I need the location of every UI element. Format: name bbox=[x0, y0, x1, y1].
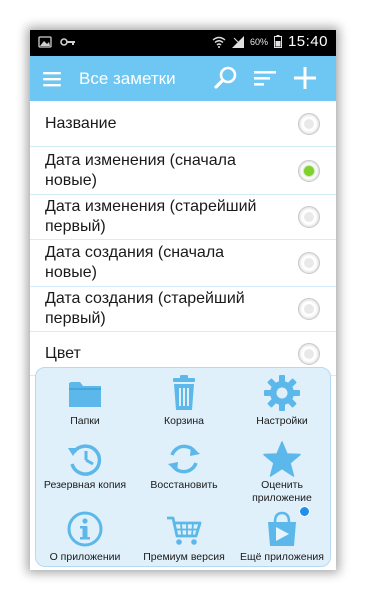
battery-percent: 60% bbox=[249, 36, 268, 47]
status-bar: 60% 15:40 bbox=[30, 30, 336, 56]
sort-option-radio[interactable] bbox=[298, 252, 320, 274]
backup-history-icon bbox=[68, 444, 102, 476]
wifi-icon bbox=[212, 36, 226, 48]
sort-option-label: Дата изменения (сначала новые) bbox=[45, 151, 236, 189]
restore-button[interactable]: Восстановить bbox=[135, 434, 233, 500]
search-icon bbox=[214, 66, 237, 89]
search-button[interactable] bbox=[213, 65, 241, 93]
new-badge bbox=[299, 506, 310, 517]
more-apps-label: Ещё приложения bbox=[240, 551, 324, 563]
info-icon bbox=[67, 511, 103, 547]
premium-button[interactable]: Премиум версия bbox=[135, 504, 233, 566]
store-bag-icon bbox=[268, 511, 296, 546]
app-bar: Все заметки bbox=[30, 56, 336, 101]
sort-option-title[interactable]: Название bbox=[30, 101, 336, 147]
sort-icon bbox=[254, 71, 276, 86]
backup-label: Резервная копия bbox=[43, 479, 127, 491]
status-left bbox=[38, 36, 76, 48]
settings-label: Настройки bbox=[256, 415, 308, 427]
restore-icon bbox=[168, 444, 200, 474]
trash-label: Корзина bbox=[164, 415, 204, 427]
signal-icon bbox=[231, 35, 244, 48]
battery-icon bbox=[273, 35, 282, 48]
rate-app-label: Оценить приложение bbox=[252, 479, 312, 504]
status-right: 60% 15:40 bbox=[212, 33, 328, 50]
folder-icon bbox=[69, 382, 101, 407]
sort-option-radio[interactable] bbox=[298, 206, 320, 228]
folders-button[interactable]: Папки bbox=[36, 368, 134, 430]
trash-button[interactable]: Корзина bbox=[135, 368, 233, 430]
trash-icon bbox=[173, 375, 195, 410]
star-icon bbox=[263, 441, 301, 477]
app-bar-title: Все заметки bbox=[79, 69, 176, 88]
menu-button[interactable] bbox=[42, 68, 68, 90]
cart-icon bbox=[167, 516, 202, 545]
plus-icon bbox=[294, 67, 316, 89]
photo-notification-icon bbox=[38, 36, 52, 48]
sort-option-label: Цвет bbox=[45, 344, 81, 362]
sort-button[interactable] bbox=[252, 65, 280, 93]
settings-button[interactable]: Настройки bbox=[233, 368, 331, 430]
sort-options-list: Название Дата изменения (сначала новые) … bbox=[30, 101, 336, 376]
sort-option-created-oldest[interactable]: Дата создания (старейший первый) bbox=[30, 287, 336, 332]
quick-actions-panel: Папки Корзина Настройки Резервная копия … bbox=[35, 367, 331, 567]
sort-option-radio-selected[interactable] bbox=[298, 159, 320, 182]
sort-option-radio[interactable] bbox=[298, 112, 320, 135]
add-note-button[interactable] bbox=[292, 65, 320, 93]
folders-label: Папки bbox=[70, 415, 100, 427]
premium-label: Премиум версия bbox=[143, 551, 225, 563]
sort-option-label: Дата изменения (старейший первый) bbox=[45, 198, 257, 235]
about-button[interactable]: О приложении bbox=[36, 504, 134, 566]
sort-option-radio[interactable] bbox=[298, 298, 320, 320]
phone-screen: 60% 15:40 Все заметки Название Дата изме… bbox=[30, 30, 336, 570]
sort-option-modified-oldest[interactable]: Дата изменения (старейший первый) bbox=[30, 195, 336, 240]
hamburger-icon bbox=[43, 72, 61, 87]
sort-option-label: Название bbox=[45, 114, 117, 132]
backup-button[interactable]: Резервная копия bbox=[36, 434, 134, 500]
about-label: О приложении bbox=[49, 551, 121, 563]
clock: 15:40 bbox=[287, 33, 328, 50]
sort-option-modified-newest[interactable]: Дата изменения (сначала новые) bbox=[30, 147, 336, 195]
restore-label: Восстановить bbox=[150, 479, 218, 491]
key-icon bbox=[60, 38, 75, 46]
sort-option-label: Дата создания (сначала новые) bbox=[45, 244, 225, 281]
sort-option-label: Дата создания (старейший первый) bbox=[45, 290, 245, 327]
more-apps-button[interactable]: Ещё приложения bbox=[233, 504, 331, 566]
sort-option-created-newest[interactable]: Дата создания (сначала новые) bbox=[30, 240, 336, 287]
sort-option-radio[interactable] bbox=[298, 342, 320, 365]
gear-icon bbox=[264, 375, 300, 411]
rate-app-button[interactable]: Оценить приложение bbox=[233, 434, 331, 504]
